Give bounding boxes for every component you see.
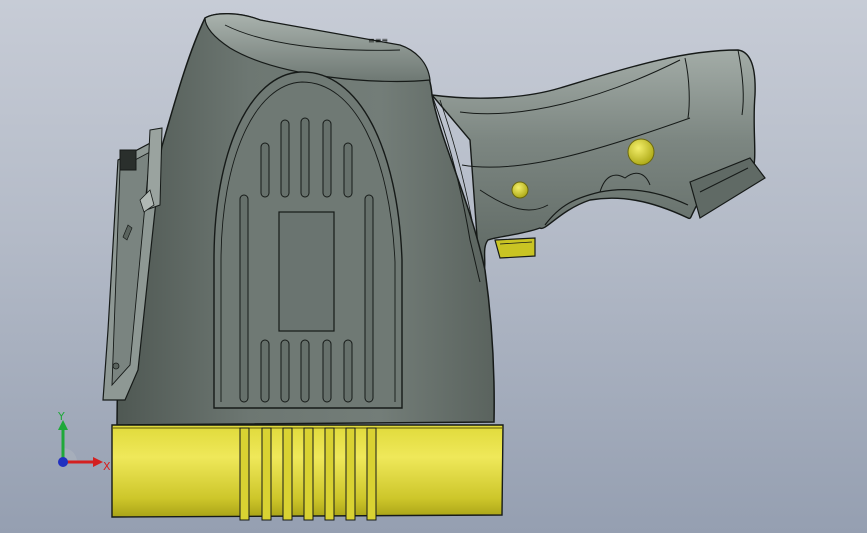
vent-slot bbox=[322, 339, 332, 403]
vent-slot bbox=[239, 194, 249, 403]
x-axis-label: X bbox=[103, 460, 111, 473]
vent-slot bbox=[260, 142, 270, 198]
device-model[interactable]: ≡≡≡ bbox=[0, 0, 867, 533]
base-rib bbox=[345, 427, 356, 521]
grip-button-small bbox=[511, 181, 529, 199]
vent-slot bbox=[322, 119, 332, 198]
y-axis-label: Y bbox=[57, 410, 65, 423]
base-rib bbox=[239, 427, 250, 521]
base-rib bbox=[282, 427, 293, 521]
base-rib bbox=[366, 427, 377, 521]
axis-triad: Y X bbox=[57, 410, 111, 473]
grip-button-large bbox=[627, 138, 655, 166]
base-rib bbox=[303, 427, 314, 521]
vent-slot bbox=[280, 339, 290, 403]
vent-slot bbox=[343, 142, 353, 198]
embossed-marking: ≡≡≡ bbox=[368, 36, 388, 45]
trigger bbox=[494, 237, 536, 259]
vent-slot bbox=[280, 119, 290, 198]
x-arrowhead bbox=[93, 457, 103, 467]
base-rib bbox=[261, 427, 272, 521]
z-axis-dot bbox=[58, 457, 68, 467]
vent-slot bbox=[300, 117, 310, 198]
vent-slot bbox=[343, 339, 353, 403]
base-rib bbox=[324, 427, 335, 521]
vent-slot bbox=[260, 339, 270, 403]
label-recess bbox=[278, 211, 335, 332]
vent-slot bbox=[300, 339, 310, 403]
handle-grip bbox=[430, 49, 766, 280]
vent-slot bbox=[364, 194, 374, 403]
cad-3d-viewport[interactable]: ≡≡≡ Y X bbox=[0, 0, 867, 533]
